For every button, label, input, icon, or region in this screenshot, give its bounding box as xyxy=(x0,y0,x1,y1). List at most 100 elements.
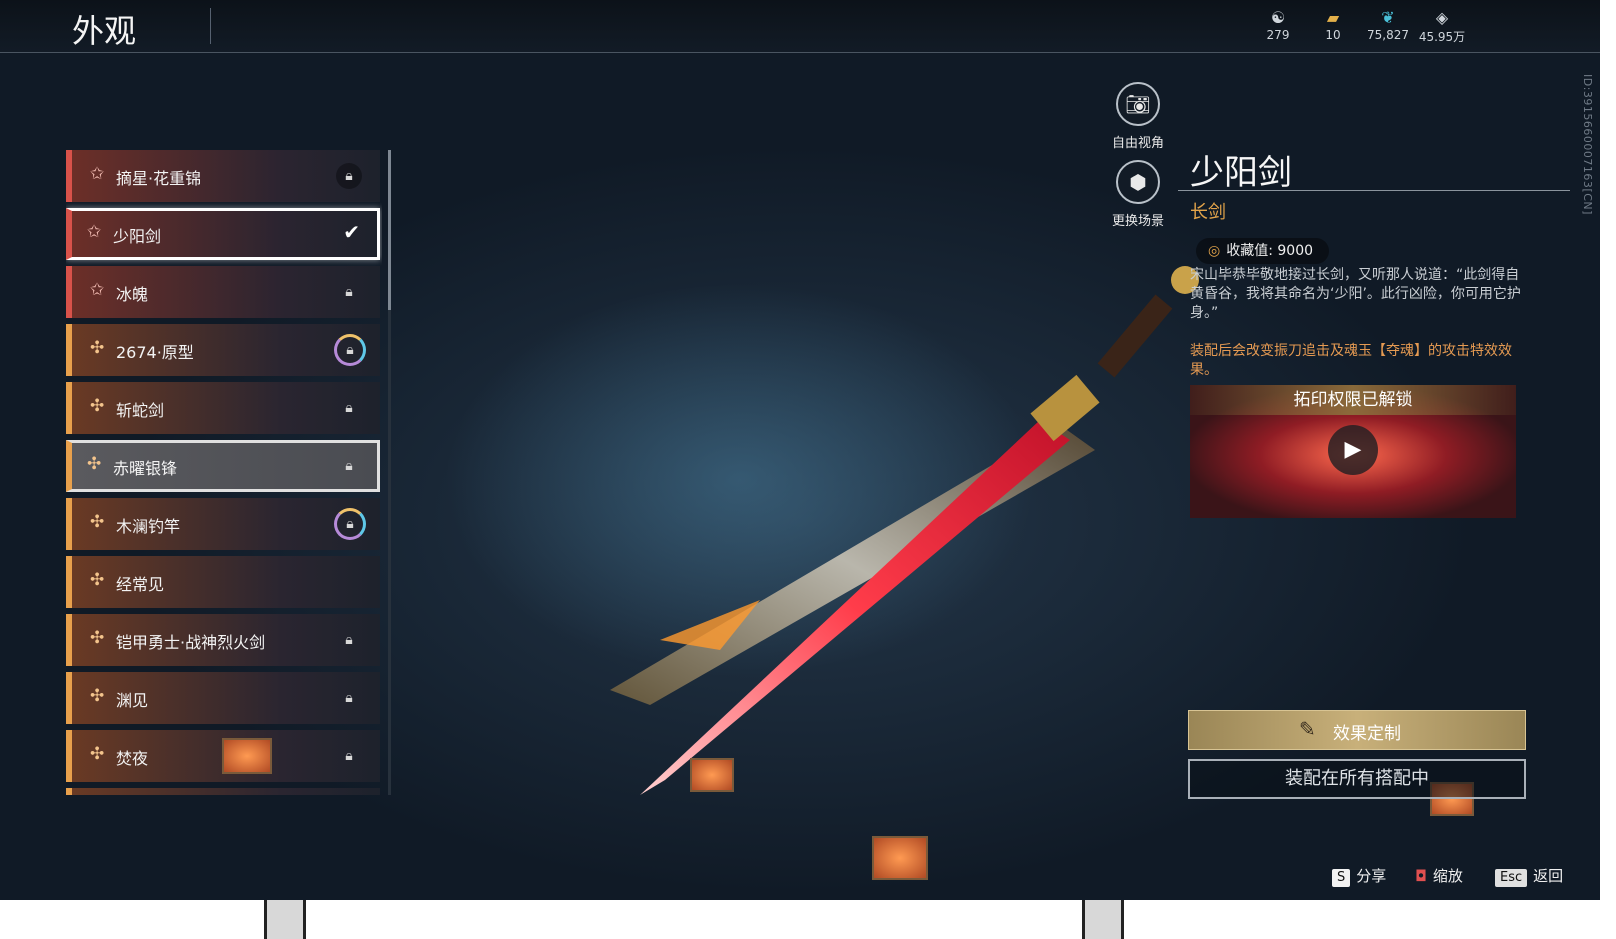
back-key: Esc xyxy=(1495,869,1528,887)
list-item[interactable]: ✩ 少阳剑 ✔ xyxy=(66,208,380,260)
list-item[interactable]: ✣ 斩蛇剑 🔒︎ xyxy=(66,382,380,434)
zoom-hint[interactable]: ◘ 缩放 xyxy=(1415,865,1463,886)
list-item[interactable]: ✣ 2674·原型 🔒︎ xyxy=(66,324,380,376)
share-label: 分享 xyxy=(1356,867,1387,885)
share-hint[interactable]: S 分享 xyxy=(1332,865,1386,887)
item-description: 宋山毕恭毕敬地接过长剑，又听那人说道：“此剑得自黄昏谷，我将其命名为‘少阳’。此… xyxy=(1190,267,1521,321)
title-divider xyxy=(210,8,211,44)
outer-bar xyxy=(264,900,306,939)
top-bar: 外观 ☯ 279 ▰ 10 ❦ 75,827 ◈ 45.95万 xyxy=(0,0,1600,53)
unlock-title: 拓印权限已解锁 xyxy=(1190,385,1516,415)
list-item[interactable] xyxy=(66,788,380,795)
list-item-label: 铠甲勇士·战神烈火剑 xyxy=(116,633,266,652)
sword-flame xyxy=(660,600,760,650)
list-item-label: 摘星·花重锦 xyxy=(116,169,202,188)
list-item-label: 木澜钓竿 xyxy=(116,517,181,536)
play-icon[interactable]: ▶ xyxy=(1328,425,1378,475)
equip-all-button[interactable]: 装配在所有搭配中 xyxy=(1188,759,1526,799)
list-item[interactable]: ✩ 摘星·花重锦 🔒︎ xyxy=(66,150,380,202)
list-item-label: 渊见 xyxy=(116,691,149,710)
item-name: 少阳剑 xyxy=(1190,153,1292,193)
star-icon: ✩ xyxy=(87,222,102,242)
star-icon: ✩ xyxy=(90,280,105,300)
currency-ticket: ▰ 10 xyxy=(1305,8,1361,42)
effect-custom-button[interactable]: ✎ 效果定制 xyxy=(1188,710,1526,750)
currency-value: 10 xyxy=(1325,28,1341,42)
list-scrollbar-thumb[interactable] xyxy=(388,150,391,310)
list-item[interactable]: ✣ 焚夜 🔒︎ xyxy=(66,730,380,782)
back-label: 返回 xyxy=(1533,867,1564,885)
lock-icon: 🔒︎ xyxy=(345,400,353,416)
change-scene-label: 更换场景 xyxy=(1111,214,1164,229)
collection-value-badge: ◎ 收藏值: 9000 xyxy=(1196,238,1330,264)
cross-icon: ✣ xyxy=(90,628,105,648)
lock-icon: 🔒︎ xyxy=(345,690,353,706)
list-item-label: 2674·原型 xyxy=(116,343,194,362)
collection-value: 收藏值: 9000 xyxy=(1226,243,1314,259)
camera-icon: 📷︎ xyxy=(1116,82,1160,126)
unlock-preview-video[interactable]: 拓印权限已解锁 ▶ xyxy=(1190,385,1516,518)
list-item-label: 赤曜银锋 xyxy=(113,459,178,478)
currency-value: 45.95万 xyxy=(1418,30,1466,44)
lantern-decoration xyxy=(690,758,734,792)
currency-spirit-coin: ☯ 279 xyxy=(1250,8,1306,42)
list-item-label: 经常见 xyxy=(116,575,165,594)
list-item[interactable]: ✣ 铠甲勇士·战神烈火剑 🔒︎ xyxy=(66,614,380,666)
cross-icon: ✣ xyxy=(90,686,105,706)
mouse-icon: ◘ xyxy=(1415,867,1427,885)
effect-custom-label: 效果定制 xyxy=(1333,724,1401,744)
currency-value: 279 xyxy=(1266,28,1290,42)
list-item-label: 焚夜 xyxy=(116,749,149,768)
check-icon: ✔ xyxy=(343,220,360,244)
free-view-label: 自由视角 xyxy=(1111,136,1164,151)
lantern-decoration xyxy=(872,836,928,880)
item-type: 长剑 xyxy=(1190,202,1226,223)
item-effect: 装配后会改变振刀追击及魂玉【夺魂】的攻击特效效果。 xyxy=(1190,343,1512,378)
game-screen: 外观 ☯ 279 ▰ 10 ❦ 75,827 ◈ 45.95万 ID:39156… xyxy=(0,0,1600,900)
free-view-button[interactable]: 📷︎ 自由视角 xyxy=(1098,82,1178,151)
list-item[interactable]: ✣ 木澜钓竿 🔒︎ xyxy=(66,498,380,550)
share-key: S xyxy=(1332,869,1351,887)
zoom-label: 缩放 xyxy=(1432,867,1463,885)
list-item[interactable]: ✩ 冰魄 🔒︎ xyxy=(66,266,380,318)
lantern-decoration xyxy=(222,738,272,774)
sword-guard xyxy=(1030,374,1100,442)
list-item[interactable]: ✣ 渊见 🔒︎ xyxy=(66,672,380,724)
sword-blade xyxy=(640,420,1070,795)
cross-icon: ✣ xyxy=(90,396,105,416)
cross-icon: ✣ xyxy=(90,512,105,532)
lock-icon: 🔒︎ xyxy=(345,458,353,474)
list-item-label: 斩蛇剑 xyxy=(116,401,165,420)
lock-icon: 🔒︎ xyxy=(345,284,353,300)
scene-cube-icon: ⬢ xyxy=(1116,160,1160,204)
outer-bar xyxy=(1082,900,1124,939)
currency-diamond: ◈ 45.95万 xyxy=(1414,8,1470,45)
diamond-icon: ◈ xyxy=(1435,8,1449,27)
lock-icon: 🔒︎ xyxy=(334,508,366,540)
feather-icon: ❦ xyxy=(1381,8,1395,27)
name-divider xyxy=(1178,190,1570,191)
sword-sheath xyxy=(610,425,1095,705)
back-hint[interactable]: Esc 返回 xyxy=(1495,865,1563,887)
list-item-label: 少阳剑 xyxy=(113,227,162,246)
collection-icon: ◎ xyxy=(1208,243,1221,259)
cross-icon: ✣ xyxy=(90,338,105,358)
cross-icon: ✣ xyxy=(90,744,105,764)
skin-list[interactable]: ✩ 摘星·花重锦 🔒︎ ✩ 少阳剑 ✔ ✩ 冰魄 🔒︎ ✣ 2674·原型 🔒︎… xyxy=(66,150,382,795)
lock-icon: 🔒︎ xyxy=(336,163,362,189)
sword-grip xyxy=(1097,294,1173,378)
currency-value: 75,827 xyxy=(1367,28,1409,42)
spirit-coin-icon: ☯ xyxy=(1270,8,1286,27)
list-item[interactable]: ✣ 经常见 xyxy=(66,556,380,608)
cross-icon: ✣ xyxy=(87,454,102,474)
player-id: ID:3915660007163[CN] xyxy=(1581,74,1594,215)
list-item[interactable]: ✣ 赤曜银锋 🔒︎ xyxy=(66,440,380,492)
lock-icon: 🔒︎ xyxy=(334,334,366,366)
change-scene-button[interactable]: ⬢ 更换场景 xyxy=(1098,160,1178,229)
currency-feather: ❦ 75,827 xyxy=(1360,8,1416,42)
lock-icon: 🔒︎ xyxy=(345,748,353,764)
star-icon: ✩ xyxy=(90,164,105,184)
lock-icon: 🔒︎ xyxy=(345,632,353,648)
list-item-label: 冰魄 xyxy=(116,285,149,304)
brush-icon: ✎ xyxy=(1299,717,1316,741)
